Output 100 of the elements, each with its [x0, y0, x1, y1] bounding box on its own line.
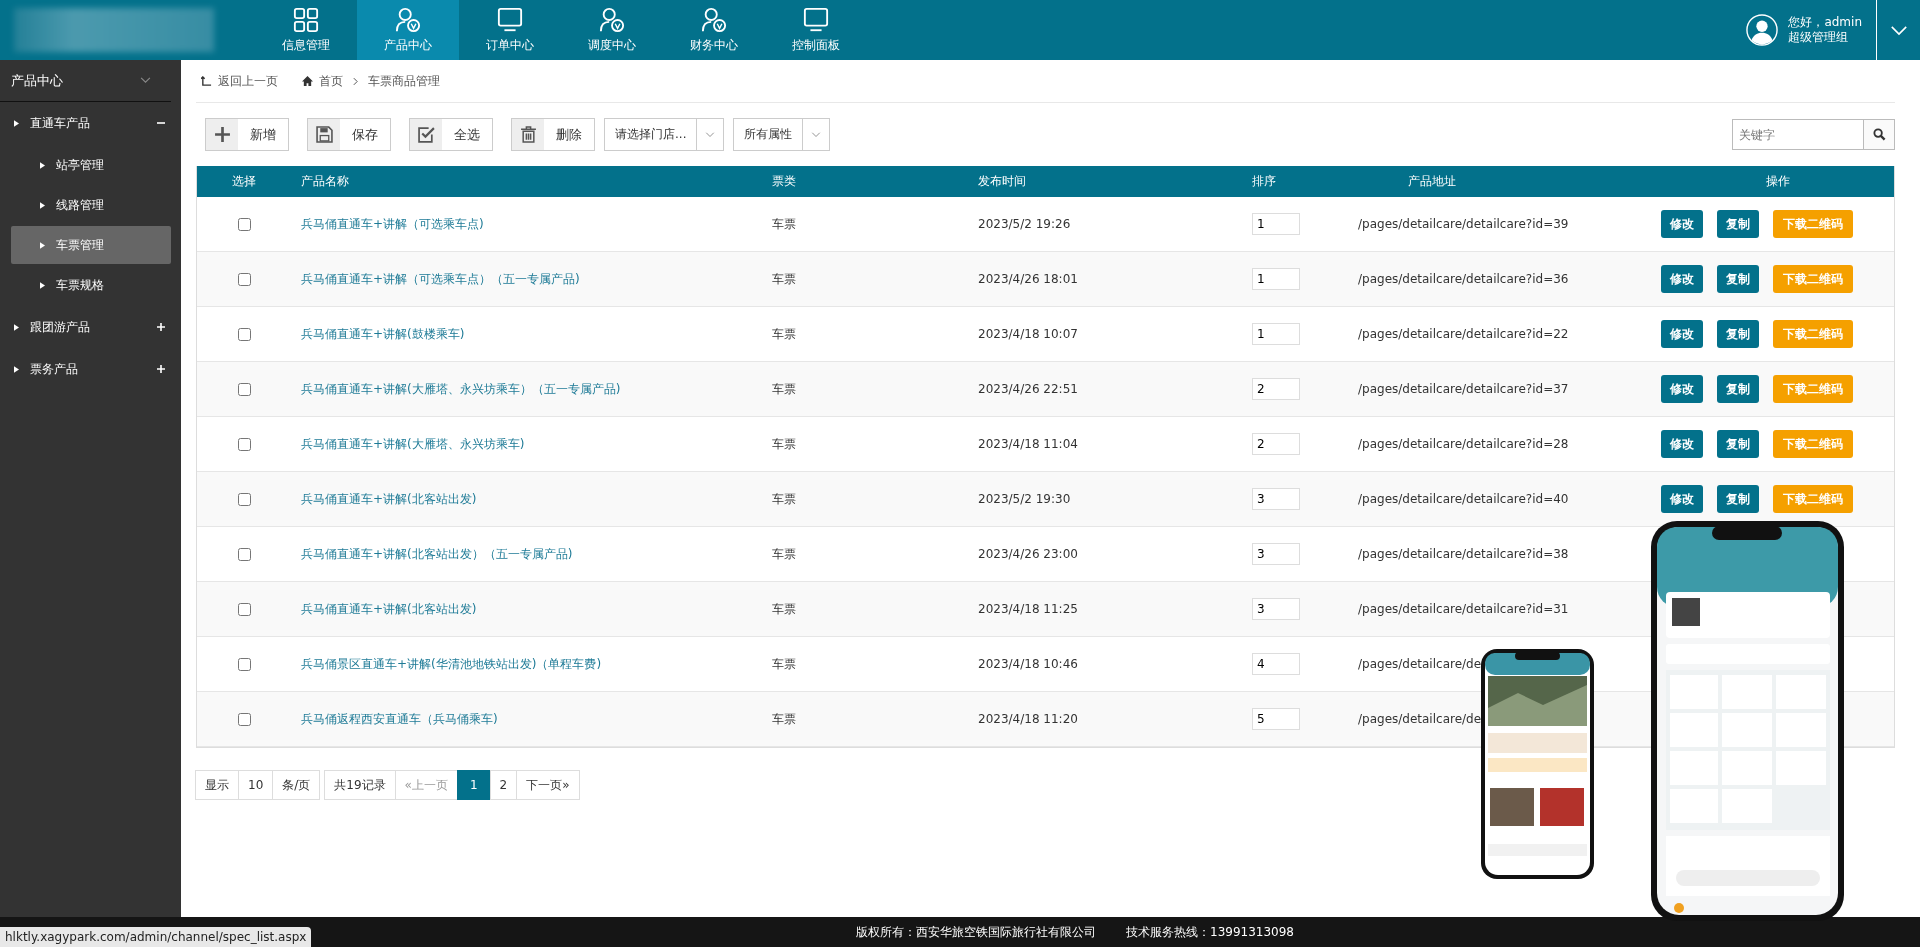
toolbar-button[interactable]: 全选	[409, 118, 493, 151]
table-cell: 车票	[772, 380, 796, 398]
nav-tab[interactable]: 订单中心	[459, 0, 561, 60]
select-dropdown[interactable]: 所有属性	[733, 118, 831, 151]
select-dropdown[interactable]: 请选择门店...	[604, 118, 725, 151]
column-header: 排序	[1252, 173, 1276, 190]
search-field[interactable]: 关键字	[1732, 119, 1864, 150]
home-link[interactable]: 首页	[302, 72, 343, 90]
triangle-icon	[40, 281, 45, 289]
grid-icon	[293, 6, 319, 33]
sidebar-item[interactable]: 车票规格	[11, 266, 171, 304]
row-checkbox[interactable]	[237, 712, 251, 726]
row-checkbox[interactable]	[237, 547, 251, 561]
table-cell: 车票	[772, 710, 796, 728]
sort-input[interactable]: 5	[1252, 708, 1300, 730]
action-button[interactable]: 复制	[1717, 320, 1759, 348]
table-cell: /pages/detailcare/detailcare?id=36	[1358, 272, 1569, 286]
row-checkbox[interactable]	[237, 492, 251, 506]
nav-tab[interactable]: 信息管理	[255, 0, 357, 60]
action-button[interactable]: 修改	[1661, 320, 1703, 348]
nav-tab[interactable]: 调度中心	[561, 0, 663, 60]
product-name-link[interactable]: 兵马俑直通车+讲解(鼓楼乘车)	[301, 325, 465, 343]
action-button[interactable]: 修改	[1661, 375, 1703, 403]
table-cell: 车票	[772, 435, 796, 453]
sidebar-group[interactable]: 票务产品	[0, 348, 181, 390]
sort-input[interactable]: 3	[1252, 598, 1300, 620]
table-cell: /pages/detailcare/detailcare?id=38	[1358, 547, 1569, 561]
next-page-link[interactable]: 下一页»	[516, 770, 580, 800]
product-name-link[interactable]: 兵马俑直通车+讲解（可选乘车点)	[301, 215, 484, 233]
table-cell: 车票	[772, 325, 796, 343]
table-cell: /pages/detailcare/detailcare?id=28	[1358, 437, 1569, 451]
product-name-link[interactable]: 兵马俑直通车+讲解(大雁塔、永兴坊乘车)	[301, 435, 525, 453]
row-checkbox[interactable]	[237, 657, 251, 671]
table-cell: /pages/detailcare/detailcare?id=37	[1358, 382, 1569, 396]
triangle-icon	[14, 365, 19, 373]
sidebar-title: 产品中心	[11, 71, 63, 90]
table-cell: 2023/4/18 11:20	[978, 712, 1078, 726]
action-button[interactable]: 复制	[1717, 430, 1759, 458]
sidebar-group[interactable]: 直通车产品	[0, 102, 181, 144]
page-size-field[interactable]: 10	[238, 770, 274, 800]
toolbar-button[interactable]: 删除	[511, 118, 595, 151]
column-header: 选择	[232, 173, 256, 190]
sort-input[interactable]: 1	[1252, 323, 1300, 345]
chevron-down-icon	[705, 131, 716, 138]
column-header: 产品名称	[301, 173, 349, 190]
row-checkbox[interactable]	[237, 217, 251, 231]
action-button[interactable]: 修改	[1661, 265, 1703, 293]
page-link[interactable]: 2	[489, 770, 518, 800]
monitor-icon	[803, 6, 829, 33]
user-icon	[395, 6, 421, 33]
action-button[interactable]: 复制	[1717, 210, 1759, 238]
sidebar-group[interactable]: 跟团游产品	[0, 306, 181, 348]
row-checkbox[interactable]	[237, 382, 251, 396]
nav-tab[interactable]: 产品中心	[357, 0, 459, 60]
product-name-link[interactable]: 兵马俑直通车+讲解(大雁塔、永兴坊乘车）（五一专属产品)	[301, 380, 621, 398]
row-checkbox[interactable]	[237, 327, 251, 341]
sort-input[interactable]: 2	[1252, 378, 1300, 400]
chevron-down-icon	[811, 131, 822, 138]
sort-input[interactable]: 2	[1252, 433, 1300, 455]
product-name-link[interactable]: 兵马俑直通车+讲解(北客站出发）（五一专属产品)	[301, 545, 573, 563]
table-cell: 2023/5/2 19:30	[978, 492, 1071, 506]
product-name-link[interactable]: 兵马俑直通车+讲解（可选乘车点）（五一专属产品)	[301, 270, 580, 288]
sort-input[interactable]: 3	[1252, 488, 1300, 510]
column-header: 发布时间	[978, 173, 1026, 190]
back-link[interactable]: 返回上一页	[201, 72, 278, 90]
sort-input[interactable]: 3	[1252, 543, 1300, 565]
sort-input[interactable]: 1	[1252, 268, 1300, 290]
table-cell: 2023/4/26 22:51	[978, 382, 1078, 396]
row-checkbox[interactable]	[237, 437, 251, 451]
product-name-link[interactable]: 兵马俑返程西安直通车（兵马俑乘车)	[301, 710, 498, 728]
search-button[interactable]	[1864, 119, 1895, 150]
status-url: hlktly.xagypark.com/admin/channel/spec_list.aspx	[0, 927, 312, 947]
action-button[interactable]: 复制	[1717, 485, 1759, 513]
action-button[interactable]: 修改	[1661, 485, 1703, 513]
product-name-link[interactable]: 兵马俑直通车+讲解(北客站出发)	[301, 600, 477, 618]
sort-input[interactable]: 4	[1252, 653, 1300, 675]
nav-tab[interactable]: 财务中心	[663, 0, 765, 60]
row-checkbox[interactable]	[237, 602, 251, 616]
table-cell: 2023/4/18 10:46	[978, 657, 1078, 671]
record-count: 共19记录	[324, 770, 396, 800]
nav-tab[interactable]: 控制面板	[765, 0, 867, 60]
action-button[interactable]: 复制	[1717, 375, 1759, 403]
toolbar-button[interactable]: 保存	[307, 118, 391, 151]
save-icon	[315, 126, 333, 143]
product-name-link[interactable]: 兵马俑景区直通车+讲解(华清池地铁站出发)（单程车费)	[301, 655, 602, 673]
page-link[interactable]: 1	[456, 770, 491, 800]
table-cell: /pages/detailcare/detailcare?id=40	[1358, 492, 1569, 506]
sidebar-item[interactable]: 车票管理	[11, 226, 171, 264]
action-button[interactable]: 修改	[1661, 210, 1703, 238]
product-name-link[interactable]: 兵马俑直通车+讲解(北客站出发)	[301, 490, 477, 508]
table-cell: 车票	[772, 215, 796, 233]
user-greeting: 您好，admin	[1788, 15, 1862, 30]
action-button[interactable]: 修改	[1661, 430, 1703, 458]
sidebar-item[interactable]: 站亭管理	[11, 146, 171, 184]
sort-input[interactable]: 1	[1252, 213, 1300, 235]
row-checkbox[interactable]	[237, 272, 251, 286]
action-button[interactable]: 复制	[1717, 265, 1759, 293]
toolbar-button[interactable]: 新增	[205, 118, 289, 151]
triangle-icon	[14, 119, 19, 127]
sidebar-item[interactable]: 线路管理	[11, 186, 171, 224]
